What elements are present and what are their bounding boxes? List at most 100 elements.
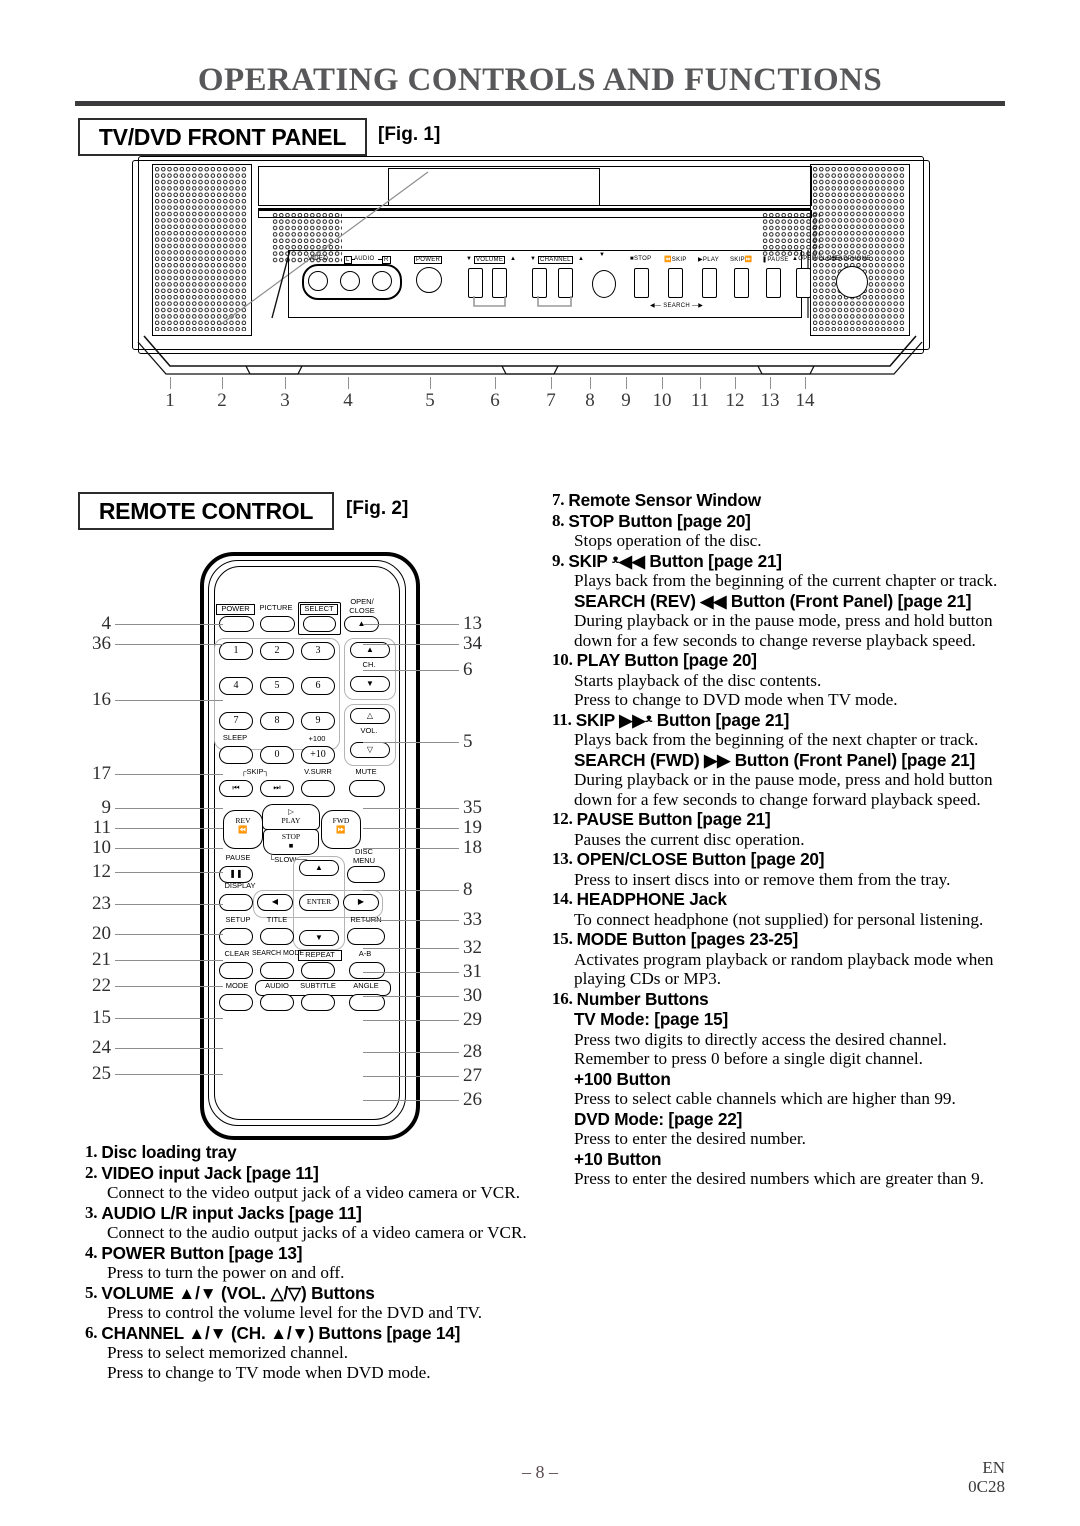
channel-bracket xyxy=(537,296,572,307)
control-entry: 16. Number Buttons TV Mode: [page 15] Press… xyxy=(552,989,1012,1189)
callout-tick xyxy=(551,377,552,389)
remote-title-button[interactable] xyxy=(260,928,294,945)
remote-fwd-button[interactable]: FWD ⏩ xyxy=(321,810,361,849)
remote-plus10-button[interactable]: +10 xyxy=(301,746,335,764)
front-panel-callout: 6 xyxy=(490,390,500,411)
remote-vsurr-button[interactable] xyxy=(301,780,335,797)
remote-nav-left-button[interactable]: ◀ xyxy=(257,894,293,911)
remote-enter-button[interactable]: ENTER xyxy=(299,894,339,911)
remote-callout-left: 9 xyxy=(101,797,112,818)
remote-number-2[interactable]: 2 xyxy=(260,642,294,660)
pause-button[interactable] xyxy=(766,268,781,298)
mute-label: MUTE xyxy=(355,767,377,776)
callout-tick xyxy=(170,377,171,389)
video-input-jack[interactable] xyxy=(308,271,328,291)
remote-skip-back-button[interactable]: ⏮ xyxy=(219,780,253,797)
remote-number-3[interactable]: 3 xyxy=(301,642,335,660)
remote-return-button[interactable] xyxy=(347,928,385,945)
front-panel-callout: 8 xyxy=(585,390,595,411)
open-close-button[interactable] xyxy=(796,268,811,298)
remote-mute-button[interactable] xyxy=(349,780,385,797)
entry-body: Press to control the volume level for th… xyxy=(107,1303,483,1322)
front-panel-illustration: VIDEO L AUDIO R POWER ▼ VOLUME ▲ ▼ CHANN… xyxy=(130,152,930,377)
remote-open-close-label: OPEN/ CLOSE xyxy=(349,597,375,615)
remote-sleep-button[interactable] xyxy=(219,746,253,764)
callout-leader xyxy=(115,774,223,775)
remote-number-9[interactable]: 9 xyxy=(301,712,335,730)
front-panel-callout: 1 xyxy=(165,390,175,411)
remote-channel-down-button[interactable]: ▼ xyxy=(350,676,390,692)
remote-callout-left: 15 xyxy=(92,1007,111,1028)
callout-leader xyxy=(115,872,223,873)
remote-volume-up-button[interactable]: △ xyxy=(350,708,390,724)
power-button[interactable] xyxy=(416,267,442,293)
entry-heading-row: 10. PLAY Button [page 20] xyxy=(552,650,1012,671)
callout-tick xyxy=(285,377,286,389)
remote-nav-down-button[interactable]: ▼ xyxy=(299,930,339,946)
entry-body: Press to change to TV mode when DVD mode… xyxy=(107,1362,431,1382)
remote-nav-right-button[interactable]: ▶ xyxy=(343,894,379,911)
remote-number-7[interactable]: 7 xyxy=(219,712,253,730)
callout-leader xyxy=(115,828,223,829)
entry-heading: CHANNEL ▲/▼ (CH. ▲/▼) Buttons [page 14] xyxy=(101,1322,461,1343)
remote-disc-menu-button[interactable] xyxy=(347,866,385,883)
subtitle-label: SUBTITLE xyxy=(300,981,336,990)
skip-back-button[interactable] xyxy=(668,268,683,298)
audio-right-jack[interactable] xyxy=(372,271,392,291)
remote-clear-button[interactable] xyxy=(219,962,253,979)
remote-volume-down-button[interactable]: ▽ xyxy=(350,742,390,758)
right-text-column: 7. Remote Sensor Window 8. STOP Button [pag… xyxy=(552,490,1012,1189)
remote-number-6[interactable]: 6 xyxy=(301,677,335,695)
plus100-label: +100 xyxy=(308,734,326,743)
entry-subheading: +100 Button xyxy=(574,1068,671,1089)
control-entry: 1. Disc loading tray xyxy=(85,1142,540,1163)
remote-ab-button[interactable] xyxy=(349,962,385,979)
remote-number-5[interactable]: 5 xyxy=(260,677,294,695)
callout-leader xyxy=(363,972,459,973)
remote-number-0[interactable]: 0 xyxy=(260,746,294,764)
callout-leader xyxy=(363,808,459,809)
video-label: VIDEO xyxy=(308,256,329,262)
remote-picture-button[interactable] xyxy=(260,616,295,632)
ab-label: A-B xyxy=(358,949,372,958)
remote-number-8[interactable]: 8 xyxy=(260,712,294,730)
remote-nav-up-button[interactable]: ▲ xyxy=(299,860,339,876)
entry-number: 14. xyxy=(552,889,573,908)
entry-body: Plays back from the beginning of the nex… xyxy=(574,730,979,749)
remote-repeat-button[interactable] xyxy=(301,962,335,979)
remote-mode-button[interactable] xyxy=(219,994,253,1011)
stop-label: ■STOP xyxy=(630,256,652,262)
audio-left-jack[interactable] xyxy=(340,271,360,291)
entry-number: 5. xyxy=(85,1282,98,1302)
remote-setup-button[interactable] xyxy=(219,928,253,945)
figure-label-2: [Fig. 2] xyxy=(346,498,409,519)
remote-number-1[interactable]: 1 xyxy=(219,642,253,660)
entry-heading-row: 2. VIDEO input Jack [page 11] xyxy=(85,1163,540,1184)
front-panel-callout: 4 xyxy=(343,390,353,411)
remote-number-4[interactable]: 4 xyxy=(219,677,253,695)
entry-heading-row: 16. Number Buttons xyxy=(552,989,1012,1010)
play-button[interactable] xyxy=(702,268,717,298)
channel-label: CHANNEL xyxy=(538,256,573,264)
stop-button[interactable] xyxy=(634,268,649,298)
callout-tick xyxy=(590,377,591,389)
skip-fwd-label: SKIP⏩ xyxy=(730,257,753,263)
entry-number: 16. xyxy=(552,988,573,1008)
remote-skip-forward-button[interactable]: ⏭ xyxy=(260,780,294,797)
remote-subtitle-button[interactable] xyxy=(301,994,335,1011)
headphone-jack[interactable] xyxy=(836,266,868,298)
remote-stop-button[interactable]: STOP ■ xyxy=(263,829,319,855)
remote-rev-button[interactable]: REV ⏪ xyxy=(223,810,263,849)
remote-search-mode-button[interactable] xyxy=(260,962,294,979)
remote-play-button[interactable]: ▷ PLAY xyxy=(262,804,320,830)
remote-audio-button[interactable] xyxy=(260,994,294,1011)
control-entry: 2. VIDEO input Jack [page 11] Connect to t… xyxy=(85,1163,540,1203)
remote-callout-left: 25 xyxy=(92,1063,111,1084)
skip-forward-button[interactable] xyxy=(734,268,749,298)
control-entry: 5. VOLUME ▲/▼ (VOL. △/▽) Buttons Press to … xyxy=(85,1283,540,1323)
entry-body: Connect to the video output jack of a vi… xyxy=(107,1183,521,1202)
section-header-remote: REMOTE CONTROL xyxy=(78,492,334,530)
power-label: POWER xyxy=(216,604,255,615)
remote-power-button[interactable] xyxy=(219,616,254,632)
remote-display-button[interactable] xyxy=(219,894,253,911)
